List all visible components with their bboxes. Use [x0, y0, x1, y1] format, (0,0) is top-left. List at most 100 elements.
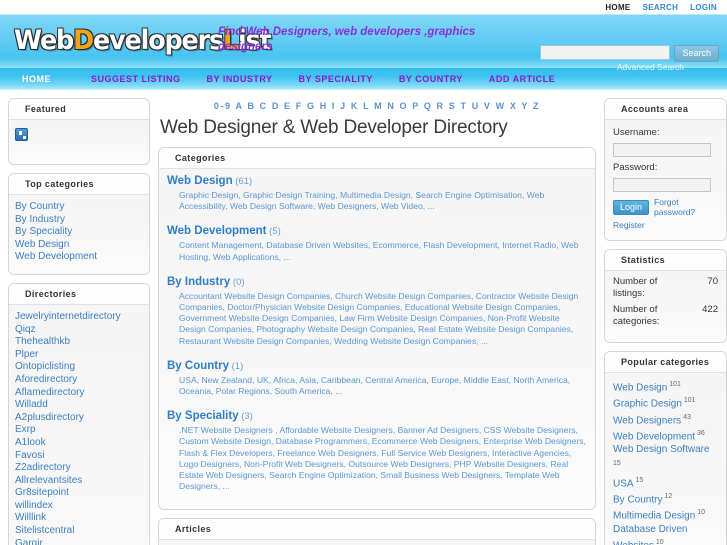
- top-category-link[interactable]: By Country: [15, 201, 143, 214]
- alphabet-link[interactable]: P: [412, 101, 419, 111]
- list-item: willindex: [15, 500, 143, 513]
- category-subcategories[interactable]: Accountant Website Design Companies, Chu…: [179, 291, 587, 347]
- category-heading: By Speciality (3): [167, 406, 587, 424]
- directory-link[interactable]: Gr8sitepoint: [15, 487, 143, 500]
- alphabet-link[interactable]: U: [472, 101, 480, 111]
- alphabet-link[interactable]: B: [247, 101, 255, 111]
- alphabet-link[interactable]: S: [449, 101, 457, 111]
- register-link[interactable]: Register: [613, 220, 718, 230]
- list-item: Gr8sitepoint: [15, 487, 143, 500]
- popular-category-link[interactable]: Web Development 36: [613, 427, 718, 443]
- alphabet-link[interactable]: Z: [533, 101, 540, 111]
- popular-category-link[interactable]: Multimedia Design 10: [613, 506, 718, 522]
- popular-category-link[interactable]: Web Design 101: [613, 378, 718, 394]
- nav-item-by-industry[interactable]: BY INDUSTRY: [207, 74, 299, 84]
- alphabet-link[interactable]: N: [387, 101, 395, 111]
- alphabet-link[interactable]: W: [496, 101, 506, 111]
- top-category-link[interactable]: Web Development: [15, 251, 143, 264]
- directory-link[interactable]: A1look: [15, 437, 143, 450]
- nav-item-by-speciality[interactable]: BY SPECIALITY: [299, 74, 399, 84]
- password-field[interactable]: [613, 178, 711, 192]
- directory-link[interactable]: Aforedirectory: [15, 374, 143, 387]
- popular-category-link[interactable]: Database Driven Websites 10: [613, 523, 718, 545]
- nav-item-suggest-listing[interactable]: SUGGEST LISTING: [91, 74, 207, 84]
- statistic-label: Number of listings:: [613, 276, 658, 299]
- alphabet-link[interactable]: Y: [521, 101, 528, 111]
- category-subcategories[interactable]: Content Management, Database Driven Webs…: [179, 240, 587, 262]
- nav-item-by-country[interactable]: BY COUNTRY: [399, 74, 489, 84]
- top-category-link[interactable]: By Speciality: [15, 226, 143, 239]
- directory-link[interactable]: Thehealthkb: [15, 336, 143, 349]
- category-link[interactable]: By Country: [167, 360, 229, 372]
- popular-category-name: By Country: [613, 494, 663, 506]
- popular-category-link[interactable]: Graphic Design 101: [613, 394, 718, 410]
- directory-link[interactable]: Exrp: [15, 424, 143, 437]
- topbar-link-home[interactable]: HOME: [605, 3, 630, 12]
- popular-category-link[interactable]: Web Designers 43: [613, 411, 718, 427]
- statistic-value: 70: [707, 276, 718, 287]
- alphabet-link[interactable]: J: [340, 101, 347, 111]
- articles-panel: Articles No articles created.: [158, 518, 596, 545]
- category-link[interactable]: Web Design: [167, 175, 233, 187]
- alphabet-link[interactable]: I: [332, 101, 336, 111]
- advanced-search-link[interactable]: Advanced Search: [617, 62, 684, 72]
- directory-link[interactable]: Favosi: [15, 450, 143, 463]
- popular-category-link[interactable]: By Country 12: [613, 490, 718, 506]
- directory-link[interactable]: Allrelevantsites: [15, 475, 143, 488]
- alphabet-link[interactable]: A: [236, 101, 244, 111]
- nav-item-add-article[interactable]: ADD ARTICLE: [489, 74, 581, 84]
- top-category-link[interactable]: By Industry: [15, 214, 143, 227]
- nav-item-home[interactable]: HOME: [22, 74, 91, 84]
- directory-link[interactable]: Willadd: [15, 399, 143, 412]
- category-link[interactable]: Web Development: [167, 225, 266, 237]
- alphabet-link[interactable]: Q: [424, 101, 433, 111]
- directory-link[interactable]: willindex: [15, 500, 143, 513]
- directory-link[interactable]: Plper: [15, 349, 143, 362]
- directory-link[interactable]: Jewelryinternetdirectory: [15, 311, 143, 324]
- search-input[interactable]: [540, 45, 671, 60]
- alphabet-link[interactable]: E: [284, 101, 292, 111]
- alphabet-link[interactable]: M: [374, 101, 383, 111]
- list-item: Aforedirectory: [15, 374, 143, 387]
- alphabet-link[interactable]: X: [510, 101, 518, 111]
- alphabet-link[interactable]: O: [400, 101, 409, 111]
- alphabet-link[interactable]: H: [320, 101, 328, 111]
- forgot-password-link[interactable]: Forgot password?: [654, 197, 718, 217]
- directory-link[interactable]: Aflamedirectory: [15, 387, 143, 400]
- username-field[interactable]: [613, 143, 711, 157]
- alphabet-link[interactable]: 0-9: [214, 101, 232, 111]
- category-link[interactable]: By Speciality: [167, 410, 239, 422]
- username-label: Username:: [613, 127, 660, 138]
- alphabet-link[interactable]: F: [296, 101, 303, 111]
- directory-link[interactable]: Gargir: [15, 538, 143, 545]
- directory-link[interactable]: Willlink: [15, 512, 143, 525]
- alphabet-link[interactable]: V: [484, 101, 492, 111]
- category-subcategories[interactable]: Graphic Design, Graphic Design Training,…: [179, 190, 587, 212]
- directory-link[interactable]: Z2adirectory: [15, 462, 143, 475]
- login-button[interactable]: Login: [613, 199, 650, 215]
- alphabet-link[interactable]: G: [307, 101, 316, 111]
- popular-category-name: Graphic Design: [613, 398, 682, 410]
- alphabet-link[interactable]: D: [272, 101, 280, 111]
- topbar-link-search[interactable]: SEARCH: [643, 3, 679, 12]
- category-subcategories[interactable]: .NET Website Designers , Affordable Webs…: [179, 425, 587, 492]
- header-search-form: Search: [540, 45, 719, 62]
- directory-link[interactable]: Qiqz: [15, 324, 143, 337]
- alphabet-link[interactable]: T: [460, 101, 467, 111]
- popular-category-link[interactable]: Web Design Software 15: [613, 443, 718, 473]
- directory-link[interactable]: A2plusdirectory: [15, 412, 143, 425]
- alphabet-link[interactable]: L: [363, 101, 370, 111]
- directory-link[interactable]: Sitelistcentral: [15, 525, 143, 538]
- category-subcategories[interactable]: USA, New Zealand, UK, Africa, Asia, Cari…: [179, 375, 587, 397]
- alphabet-link[interactable]: R: [437, 101, 445, 111]
- alphabet-link[interactable]: K: [351, 101, 359, 111]
- top-categories-title: Top categories: [9, 174, 149, 195]
- popular-category-count: 15: [633, 476, 644, 484]
- search-button[interactable]: Search: [674, 45, 719, 62]
- top-category-link[interactable]: Web Design: [15, 239, 143, 252]
- topbar-link-login[interactable]: LOGIN: [690, 3, 717, 12]
- alphabet-link[interactable]: C: [260, 101, 268, 111]
- directory-link[interactable]: Ontopiclisting: [15, 361, 143, 374]
- category-link[interactable]: By Industry: [167, 276, 230, 288]
- popular-category-link[interactable]: USA 15: [613, 474, 718, 490]
